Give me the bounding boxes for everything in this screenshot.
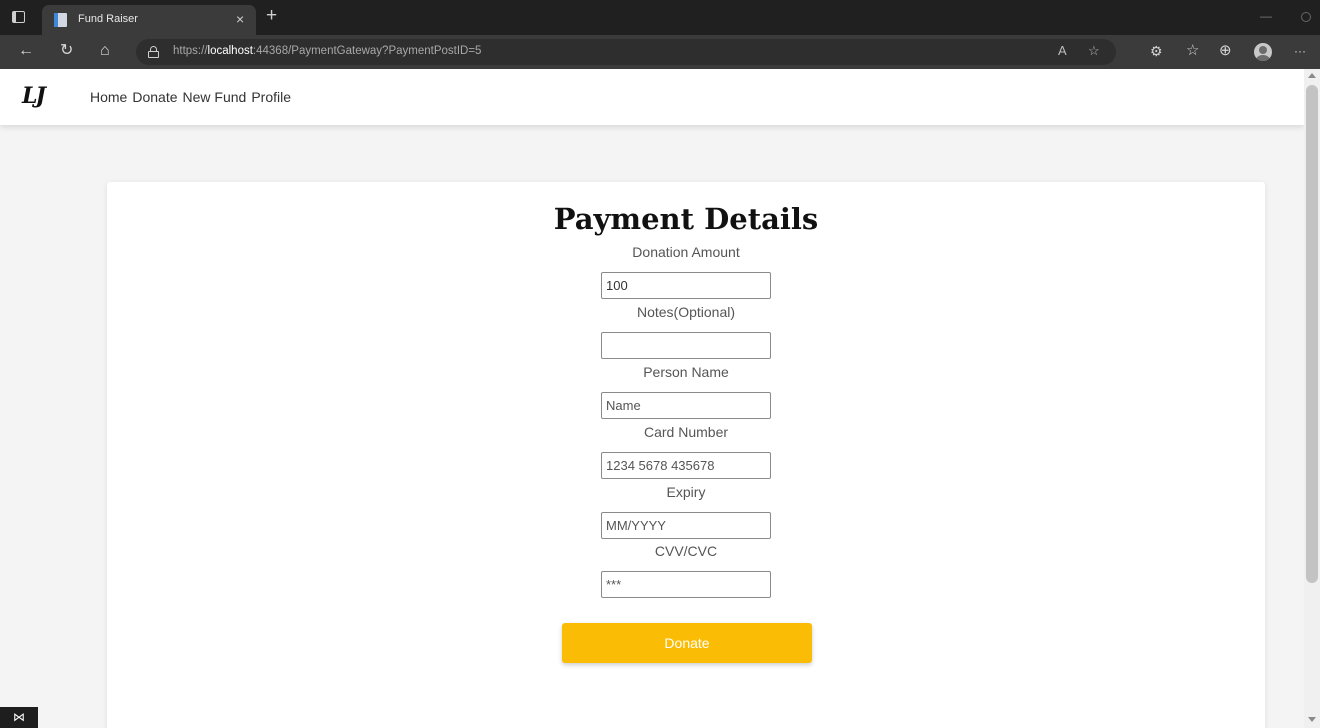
donate-button[interactable]: Donate bbox=[562, 623, 812, 663]
card-number-input[interactable] bbox=[601, 452, 771, 479]
donation-amount-input[interactable] bbox=[601, 272, 771, 299]
browser-tab-bar: Fund Raiser × + — bbox=[0, 0, 1320, 35]
site-logo[interactable]: LJ bbox=[22, 83, 46, 109]
more-icon[interactable]: ··· bbox=[1294, 41, 1306, 61]
browser-toolbar: ← ↻ ⌂ https://localhost:44368/PaymentGat… bbox=[0, 35, 1320, 69]
nav-link-profile[interactable]: Profile bbox=[251, 89, 291, 105]
expiry-label: Expiry bbox=[666, 484, 706, 500]
url-text[interactable]: https://localhost:44368/PaymentGateway?P… bbox=[173, 45, 481, 57]
extensions-icon[interactable]: ⚙ bbox=[1150, 41, 1163, 61]
cvv-label: CVV/CVC bbox=[654, 543, 718, 559]
scroll-down-arrow-icon[interactable] bbox=[1308, 717, 1316, 722]
nav-links: Home Donate New Fund Profile bbox=[90, 89, 291, 105]
window-control-icon[interactable] bbox=[1301, 12, 1311, 22]
page-title: Payment Details bbox=[553, 202, 819, 236]
add-favorite-icon[interactable]: ☆ bbox=[1088, 43, 1100, 59]
person-name-label: Person Name bbox=[643, 364, 729, 380]
site-navbar: LJ Home Donate New Fund Profile bbox=[0, 69, 1304, 125]
lock-icon[interactable] bbox=[148, 46, 159, 58]
minimize-icon[interactable]: — bbox=[1260, 9, 1272, 23]
refresh-icon[interactable]: ↻ bbox=[60, 41, 73, 61]
favorites-icon[interactable]: ☆ bbox=[1186, 41, 1199, 61]
collections-icon[interactable]: ⊕ bbox=[1219, 41, 1232, 61]
notes-label: Notes(Optional) bbox=[636, 304, 736, 320]
payment-card: Payment Details Donation Amount Notes(Op… bbox=[107, 182, 1265, 728]
nav-link-donate[interactable]: Donate bbox=[132, 89, 177, 105]
card-number-label: Card Number bbox=[643, 424, 729, 440]
visual-studio-icon[interactable]: ⋈ bbox=[0, 707, 38, 728]
tab-actions-icon[interactable] bbox=[12, 11, 25, 23]
tab-title: Fund Raiser bbox=[78, 13, 138, 25]
scroll-up-arrow-icon[interactable] bbox=[1308, 73, 1316, 78]
profile-avatar-icon[interactable] bbox=[1254, 43, 1272, 61]
read-aloud-icon[interactable]: A bbox=[1058, 43, 1067, 58]
scrollbar-thumb[interactable] bbox=[1306, 85, 1318, 583]
new-tab-icon[interactable]: + bbox=[266, 5, 277, 27]
notes-input[interactable] bbox=[601, 332, 771, 359]
donation-amount-label: Donation Amount bbox=[632, 244, 740, 260]
expiry-input[interactable] bbox=[601, 512, 771, 539]
close-tab-icon[interactable]: × bbox=[236, 11, 244, 27]
browser-tab[interactable]: Fund Raiser × bbox=[42, 5, 256, 35]
page-scrollbar[interactable] bbox=[1304, 69, 1320, 728]
page-favicon-icon bbox=[54, 13, 67, 27]
nav-link-new-fund[interactable]: New Fund bbox=[183, 89, 247, 105]
nav-link-home[interactable]: Home bbox=[90, 89, 127, 105]
back-icon[interactable]: ← bbox=[18, 41, 34, 61]
home-icon[interactable]: ⌂ bbox=[100, 41, 110, 61]
address-bar[interactable]: https://localhost:44368/PaymentGateway?P… bbox=[136, 39, 1116, 65]
cvv-input[interactable] bbox=[601, 571, 771, 598]
person-name-input[interactable] bbox=[601, 392, 771, 419]
page-viewport: LJ Home Donate New Fund Profile Payment … bbox=[0, 69, 1304, 728]
